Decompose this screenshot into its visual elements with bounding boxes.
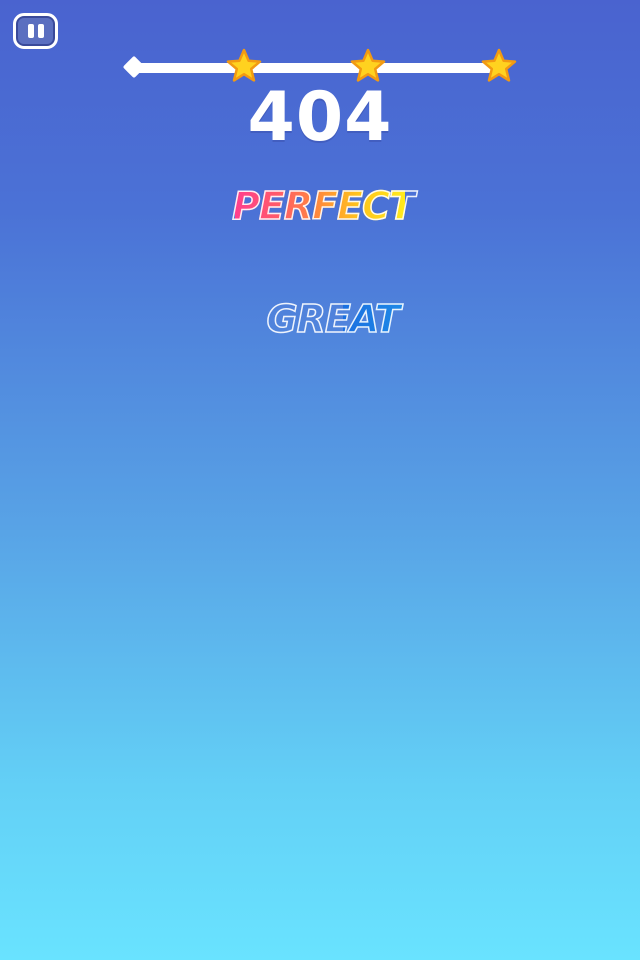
score-counter: 404	[247, 78, 393, 157]
progress-start-marker	[122, 55, 146, 79]
perfect-rating-text: PERFECT	[0, 183, 640, 229]
progress-track	[134, 63, 500, 73]
pause-icon	[28, 24, 34, 38]
great-rating-text: GREAT	[0, 296, 640, 342]
pause-icon-bar	[38, 24, 44, 38]
pause-button[interactable]	[13, 13, 58, 49]
